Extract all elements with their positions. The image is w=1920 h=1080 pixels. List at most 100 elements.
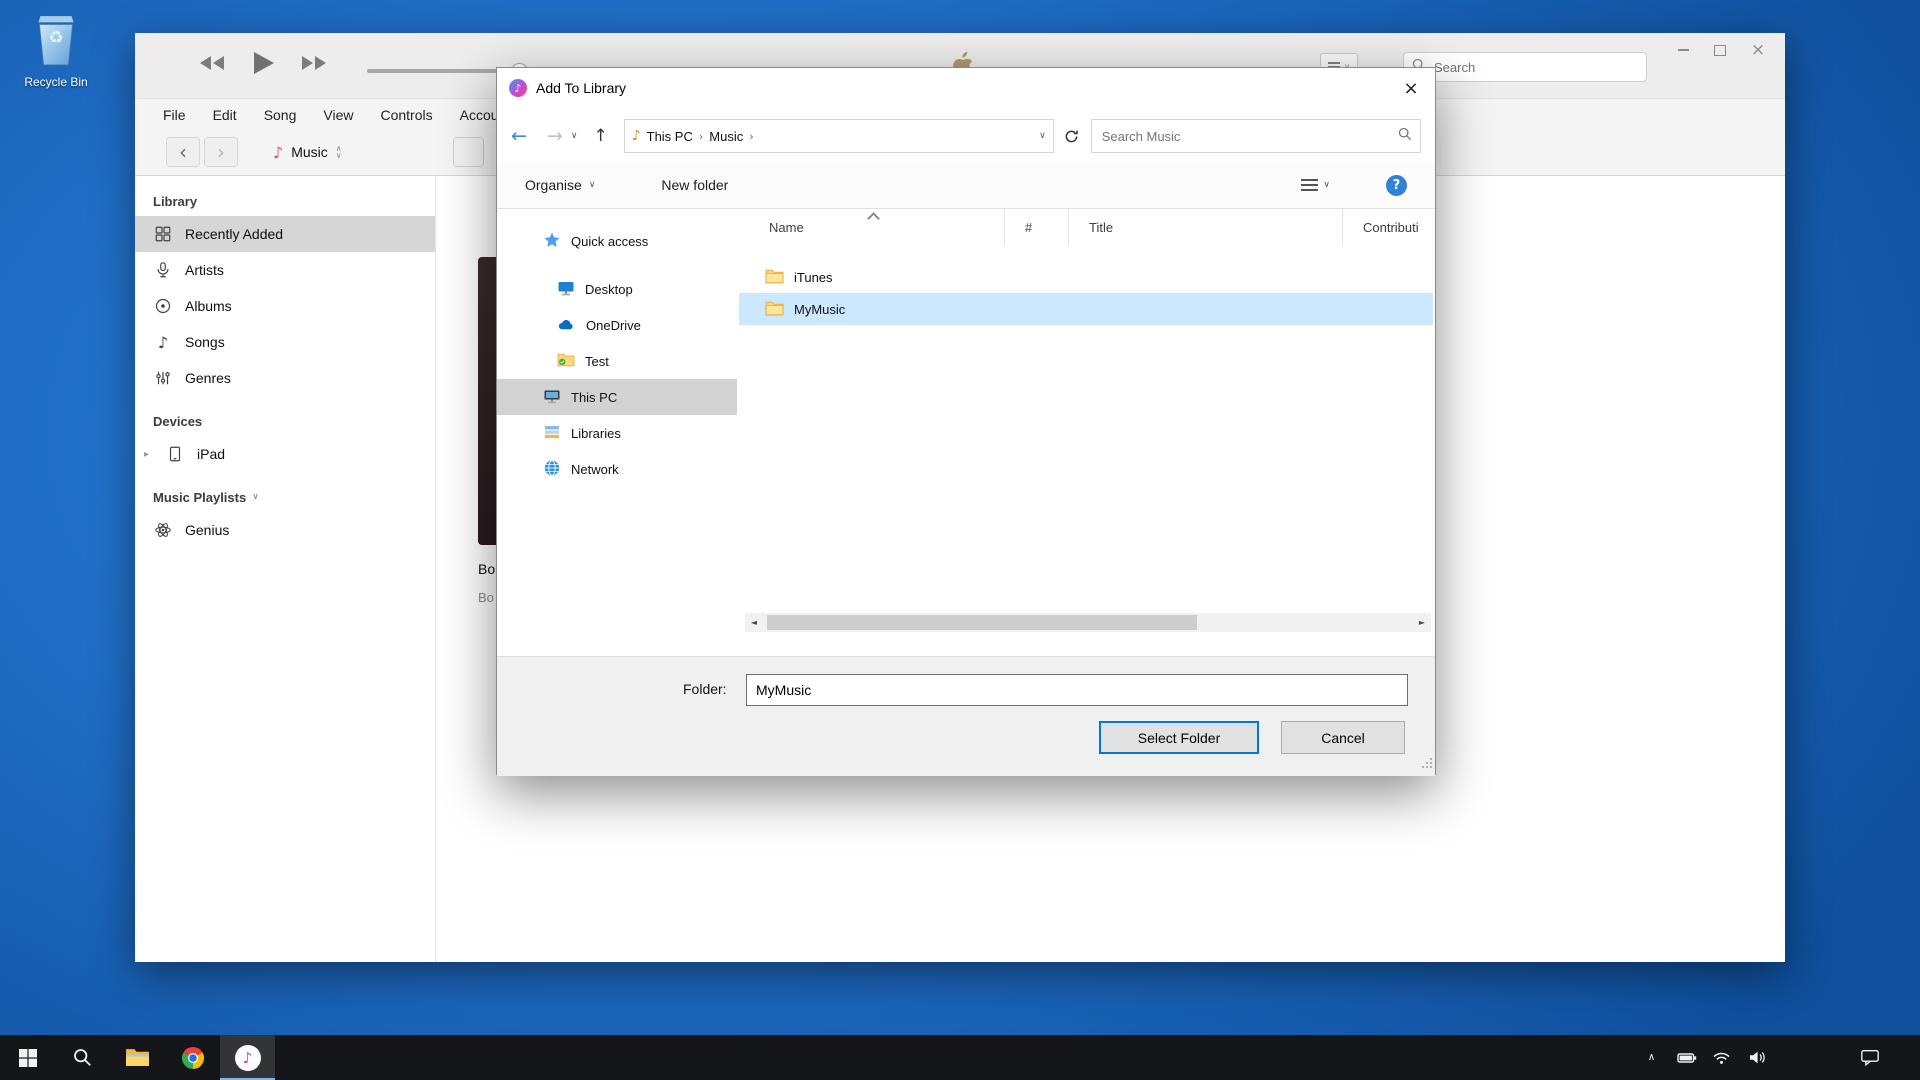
sidebar-item-label: Recently Added	[185, 226, 283, 242]
expander-icon[interactable]: ▸	[140, 449, 153, 460]
nav-up-button[interactable]: ↑	[593, 126, 607, 146]
add-to-library-dialog: ♪ Add To Library × ← → ∨ ↑ ♪ This PC › M…	[496, 67, 1436, 775]
volume-icon[interactable]	[1739, 1035, 1774, 1080]
back-button[interactable]: ‹	[166, 137, 200, 167]
album-artist: Bo	[478, 590, 494, 605]
change-view-button[interactable]: ∨	[1301, 178, 1330, 192]
itunes-sidebar: Library Recently Added Artists Albums ♪ …	[135, 176, 436, 962]
sidebar-item-recently-added[interactable]: Recently Added	[135, 216, 435, 252]
dialog-search-input[interactable]	[1100, 128, 1392, 145]
taskbar-search-button[interactable]	[55, 1035, 110, 1080]
maximize-button[interactable]	[1705, 37, 1735, 63]
nav-item-label: This PC	[571, 390, 617, 405]
nav-item-label: Quick access	[571, 234, 648, 249]
tray-expand-icon[interactable]: ∧	[1634, 1035, 1669, 1080]
breadcrumb-chevron-icon[interactable]: ›	[749, 130, 753, 143]
horizontal-scrollbar[interactable]: ◄ ►	[745, 613, 1431, 632]
column-title[interactable]: Title	[1069, 209, 1343, 245]
start-button[interactable]	[0, 1035, 55, 1080]
minimize-icon	[1678, 49, 1689, 51]
cancel-button[interactable]: Cancel	[1281, 721, 1405, 754]
dialog-titlebar[interactable]: ♪ Add To Library	[497, 68, 1435, 108]
column-number[interactable]: #	[1005, 209, 1069, 245]
sidebar-item-label: Albums	[185, 298, 232, 314]
nav-item-test[interactable]: Test	[497, 343, 737, 379]
action-center-button[interactable]	[1844, 1035, 1896, 1080]
media-kind-selector[interactable]: ♪ Music ∧∨	[263, 137, 352, 167]
nav-item-libraries[interactable]: Libraries	[497, 415, 737, 451]
address-dropdown-icon[interactable]: ∨	[1039, 131, 1046, 141]
nav-item-onedrive[interactable]: OneDrive	[497, 307, 737, 343]
refresh-button[interactable]	[1064, 129, 1079, 144]
itunes-search-input[interactable]	[1432, 59, 1638, 76]
sidebar-item-label: Artists	[185, 262, 224, 278]
battery-icon[interactable]	[1669, 1035, 1704, 1080]
nav-back-button[interactable]: ←	[511, 125, 527, 147]
column-name[interactable]: Name	[749, 209, 1005, 245]
help-button[interactable]: ?	[1386, 175, 1407, 196]
minimize-button[interactable]	[1668, 37, 1698, 63]
column-headers: Name # Title Contributi	[749, 209, 1435, 245]
close-button[interactable]: ×	[1743, 37, 1773, 63]
sidebar-item-label: iPad	[197, 446, 225, 462]
breadcrumb-chevron-icon[interactable]: ›	[699, 130, 703, 143]
fast-forward-button[interactable]	[300, 54, 328, 77]
itunes-search-box[interactable]	[1403, 52, 1647, 82]
recycle-bin[interactable]: ♻ Recycle Bin	[6, 12, 106, 89]
dialog-close-button[interactable]: ×	[1387, 68, 1435, 108]
sidebar-devices-header: Devices	[135, 406, 435, 436]
breadcrumb-this-pc[interactable]: This PC	[647, 129, 693, 144]
file-row-mymusic[interactable]: MyMusic	[739, 293, 1433, 325]
sidebar-item-artists[interactable]: Artists	[135, 252, 435, 288]
menu-file[interactable]: File	[163, 107, 186, 123]
menu-view[interactable]: View	[323, 107, 353, 123]
file-list: Name # Title Contributi iTunes MyMusic ◄…	[737, 209, 1435, 656]
folder-name-input[interactable]	[746, 674, 1408, 706]
organise-button[interactable]: Organise ∨	[525, 177, 595, 193]
dialog-title: Add To Library	[536, 80, 626, 96]
column-contributing-artists[interactable]: Contributi	[1343, 209, 1435, 245]
nav-item-network[interactable]: Network	[497, 451, 737, 487]
breadcrumb-music[interactable]: Music	[709, 129, 743, 144]
test-folder-icon	[557, 352, 575, 370]
sidebar-item-albums[interactable]: Albums	[135, 288, 435, 324]
select-folder-button[interactable]: Select Folder	[1099, 721, 1259, 754]
scroll-right-icon[interactable]: ►	[1413, 613, 1431, 632]
file-row-itunes[interactable]: iTunes	[739, 261, 1433, 293]
sidebar-item-genres[interactable]: Genres	[135, 360, 435, 396]
taskbar-file-explorer[interactable]	[110, 1035, 165, 1080]
resize-grip[interactable]	[1421, 756, 1433, 774]
rewind-button[interactable]	[198, 54, 226, 77]
taskbar-chrome[interactable]	[165, 1035, 220, 1080]
sidebar-item-songs[interactable]: ♪ Songs	[135, 324, 435, 360]
scrollbar-thumb[interactable]	[767, 615, 1197, 630]
genius-icon	[153, 520, 173, 540]
nav-item-desktop[interactable]: Desktop	[497, 271, 737, 307]
dialog-footer: Folder: Select Folder Cancel	[497, 656, 1435, 776]
sidebar-item-ipad[interactable]: ▸ iPad	[135, 436, 435, 472]
menu-song[interactable]: Song	[264, 107, 297, 123]
nav-history-dropdown[interactable]: ∨	[571, 131, 578, 141]
nav-item-label: OneDrive	[586, 318, 641, 333]
media-view-button[interactable]	[453, 137, 484, 167]
menu-controls[interactable]: Controls	[380, 107, 432, 123]
nav-forward-button[interactable]: →	[547, 125, 563, 147]
music-folder-icon: ♪	[632, 128, 641, 144]
dialog-search-box[interactable]	[1091, 119, 1421, 153]
nav-item-label: Test	[585, 354, 609, 369]
sidebar-item-genius[interactable]: Genius	[135, 512, 435, 548]
new-folder-button[interactable]: New folder	[661, 177, 728, 193]
scroll-left-icon[interactable]: ◄	[745, 613, 763, 632]
play-button[interactable]	[250, 50, 276, 81]
nav-item-this-pc[interactable]: This PC	[497, 379, 737, 415]
address-bar[interactable]: ♪ This PC › Music › ∨	[624, 119, 1054, 153]
network-wifi-icon[interactable]	[1704, 1035, 1739, 1080]
album-title[interactable]: Bo	[478, 561, 495, 577]
chevron-down-icon: ∨	[252, 492, 259, 502]
forward-button[interactable]: ›	[204, 137, 238, 167]
nav-item-quick-access[interactable]: Quick access	[497, 223, 737, 259]
menu-edit[interactable]: Edit	[213, 107, 237, 123]
taskbar-itunes[interactable]: ♪	[220, 1035, 275, 1080]
file-explorer-icon	[125, 1047, 150, 1068]
sidebar-playlists-header[interactable]: Music Playlists ∨	[135, 482, 435, 512]
